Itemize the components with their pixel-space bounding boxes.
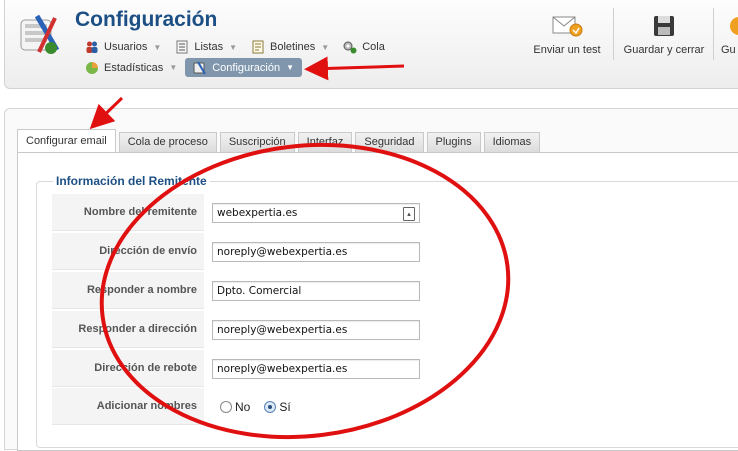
send-address-value: noreply@webexpertia.es	[217, 246, 348, 258]
menu-item-configuration[interactable]: Configuración ▼	[185, 58, 303, 77]
tab-subscription[interactable]: Suscripción	[219, 132, 295, 152]
tab-interface[interactable]: Interfaz	[297, 132, 353, 152]
tab-configure-email[interactable]: Configurar email	[17, 129, 116, 152]
bounce-address-input[interactable]: noreply@webexpertia.es	[212, 359, 420, 379]
row-reply-name: Responder a nombre Dpto. Comercial	[52, 272, 432, 310]
add-names-yes-radio[interactable]	[264, 401, 277, 413]
toolbar-divider	[713, 8, 714, 60]
header-bar: Configuración Usuarios ▼ Listas ▼ Boleti…	[4, 0, 738, 89]
main-menu-row-2: Estadísticas ▼ Configuración ▼	[85, 58, 316, 77]
tab-languages[interactable]: Idiomas	[483, 132, 541, 152]
sender-name-label: Nombre del remitente	[52, 194, 204, 231]
tab-process-queue[interactable]: Cola de proceso	[118, 132, 217, 152]
chevron-down-icon: ▼	[321, 42, 330, 52]
row-add-names: Adicionar nombres No Sí	[52, 388, 432, 426]
save-icon	[730, 17, 738, 35]
menu-item-newsletters[interactable]: Boletines ▼	[251, 38, 329, 56]
contact-card-icon[interactable]: ▴	[403, 207, 415, 221]
tab-security[interactable]: Seguridad	[355, 132, 424, 152]
menu-item-configuration-label: Configuración	[212, 61, 281, 74]
sender-name-value: webexpertia.es	[217, 207, 298, 219]
page-title: Configuración	[75, 8, 218, 31]
add-names-no-label: No	[235, 400, 251, 414]
chevron-down-icon: ▼	[229, 42, 237, 52]
reply-name-value: Dpto. Comercial	[217, 285, 302, 297]
sender-info-legend: Información del Remitente	[53, 174, 210, 188]
row-send-address: Dirección de envío noreply@webexpertia.e…	[52, 233, 432, 271]
menu-item-users-label: Usuarios	[104, 41, 148, 53]
reply-address-input[interactable]: noreply@webexpertia.es	[212, 320, 420, 340]
reply-address-value: noreply@webexpertia.es	[217, 324, 348, 336]
chevron-down-icon: ▼	[169, 63, 178, 72]
queue-icon	[343, 41, 357, 54]
chevron-down-icon: ▼	[153, 42, 162, 52]
menu-item-lists[interactable]: Listas ▼	[175, 38, 237, 56]
users-icon	[86, 41, 98, 53]
save-label: Gu	[721, 44, 736, 56]
menu-item-queue-label: Cola	[362, 41, 385, 53]
toolbar-divider	[613, 8, 614, 60]
add-names-no-radio[interactable]	[220, 401, 232, 413]
statistics-icon	[86, 61, 98, 74]
send-address-label: Dirección de envío	[52, 233, 204, 270]
app-logo-icon	[20, 14, 60, 54]
send-test-button[interactable]: Enviar un test	[527, 14, 607, 56]
newsletter-icon	[252, 40, 264, 54]
add-names-yes-label: Sí	[279, 400, 291, 414]
tab-plugins[interactable]: Plugins	[426, 132, 481, 152]
save-disk-icon	[654, 16, 674, 36]
row-bounce-address: Dirección de rebote noreply@webexpertia.…	[52, 350, 432, 388]
send-address-input[interactable]: noreply@webexpertia.es	[212, 242, 420, 262]
main-menu-row-1: Usuarios ▼ Listas ▼ Boletines ▼ Cola	[85, 38, 399, 56]
save-and-close-label: Guardar y cerrar	[623, 44, 705, 56]
bounce-address-label: Dirección de rebote	[52, 350, 204, 387]
row-sender-name: Nombre del remitente webexpertia.es ▴	[52, 194, 432, 232]
menu-item-statistics-label: Estadísticas	[104, 61, 164, 74]
add-names-label: Adicionar nombres	[52, 388, 204, 425]
list-icon	[176, 40, 188, 54]
menu-item-lists-label: Listas	[194, 41, 224, 53]
menu-item-users[interactable]: Usuarios ▼	[85, 38, 161, 56]
row-reply-address: Responder a dirección noreply@webexperti…	[52, 311, 432, 349]
menu-item-queue[interactable]: Cola	[343, 38, 385, 56]
reply-name-label: Responder a nombre	[52, 272, 204, 309]
tab-bar: Configurar email Cola de proceso Suscrip…	[17, 129, 543, 152]
sender-name-input[interactable]: webexpertia.es ▴	[212, 203, 420, 223]
save-button[interactable]: Gu	[721, 14, 738, 56]
menu-item-statistics[interactable]: Estadísticas ▼	[85, 59, 177, 77]
configuration-icon	[193, 60, 207, 75]
chevron-down-icon: ▼	[286, 63, 295, 72]
save-and-close-button[interactable]: Guardar y cerrar	[619, 14, 709, 56]
reply-address-label: Responder a dirección	[52, 311, 204, 348]
menu-item-newsletters-label: Boletines	[270, 41, 316, 53]
bounce-address-value: noreply@webexpertia.es	[217, 363, 348, 375]
envelope-icon	[552, 16, 583, 37]
send-test-label: Enviar un test	[533, 44, 601, 56]
reply-name-input[interactable]: Dpto. Comercial	[212, 281, 420, 301]
